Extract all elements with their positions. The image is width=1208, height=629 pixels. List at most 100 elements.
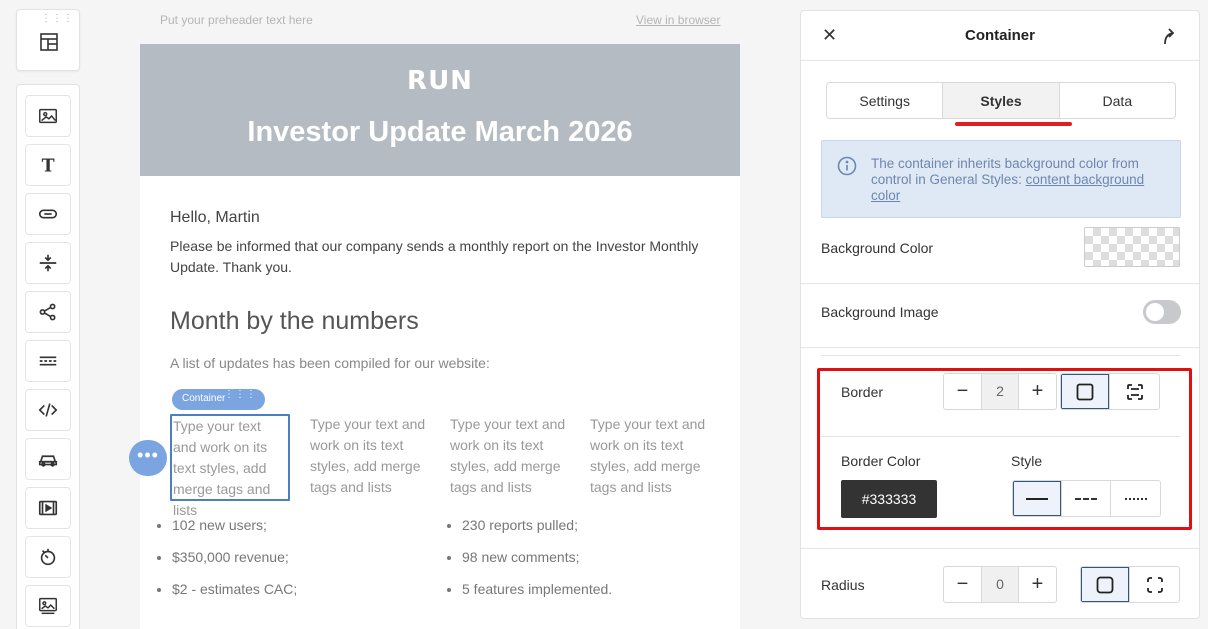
- decrease-button[interactable]: −: [944, 567, 981, 602]
- video-icon: [38, 500, 58, 516]
- square-icon: [1096, 576, 1114, 593]
- html-icon: [38, 403, 58, 417]
- image-icon: [39, 108, 57, 124]
- blocks-toolbar: T: [16, 84, 80, 629]
- more-options-button[interactable]: •••: [129, 440, 167, 476]
- tab-settings[interactable]: Settings: [827, 83, 944, 118]
- active-tab-highlight: [955, 122, 1072, 126]
- tab-styles[interactable]: Styles: [943, 83, 1060, 118]
- list-item[interactable]: 98 new comments;: [462, 546, 612, 578]
- background-image-label: Background Image: [821, 304, 939, 320]
- dashed-style-button[interactable]: [1062, 481, 1111, 516]
- square-icon: [1076, 383, 1094, 400]
- list-item[interactable]: 5 features implemented.: [462, 578, 612, 610]
- tab-data[interactable]: Data: [1060, 83, 1175, 118]
- border-color-picker[interactable]: #333333: [841, 480, 937, 518]
- list-item[interactable]: $2 - estimates CAC;: [172, 578, 297, 610]
- background-color-label: Background Color: [821, 240, 934, 256]
- dashed-square-icon: [1126, 383, 1143, 400]
- email-header[interactable]: RUN Investor Update March 2026: [140, 44, 740, 176]
- border-width-stepper: − 2 +: [943, 373, 1057, 410]
- section-subtitle[interactable]: A list of updates has been compiled for …: [170, 355, 490, 371]
- brand-logo: RUN: [407, 66, 473, 96]
- divider: [821, 436, 1181, 437]
- intro-text[interactable]: Please be informed that our company send…: [170, 236, 710, 278]
- button-block-button[interactable]: [25, 193, 71, 235]
- panel-title: Container: [964, 27, 1035, 44]
- menu-block-button[interactable]: [25, 438, 71, 480]
- border-all-sides-button[interactable]: [1061, 374, 1110, 409]
- divider: [801, 548, 1199, 549]
- text-column-selected[interactable]: Type your text and work on its text styl…: [170, 414, 290, 518]
- dashed-line-icon: [1075, 497, 1097, 500]
- panel-tabs: Settings Styles Data: [826, 82, 1176, 119]
- text-icon: T: [42, 156, 55, 176]
- border-sides-selector: [1060, 373, 1160, 410]
- dotted-style-button[interactable]: [1111, 481, 1160, 516]
- container-tag-label: Container: [182, 393, 226, 404]
- email-headline: Investor Update March 2026: [247, 116, 633, 148]
- select-parent-icon[interactable]: [1161, 27, 1177, 45]
- border-label: Border: [841, 384, 884, 400]
- spacer-icon: [39, 254, 57, 272]
- info-icon: [837, 156, 857, 176]
- list-item[interactable]: 230 reports pulled;: [462, 514, 612, 546]
- button-icon: [38, 209, 58, 219]
- toggle-knob: [1146, 303, 1164, 321]
- background-color-picker[interactable]: [1084, 227, 1180, 267]
- border-style-label: Style: [1011, 453, 1043, 469]
- banner-icon: [39, 597, 57, 615]
- social-icon: [39, 303, 56, 321]
- corners-icon: [1146, 576, 1163, 593]
- radius-label: Radius: [821, 577, 865, 593]
- radius-individual-corners-button[interactable]: [1130, 567, 1179, 602]
- border-individual-sides-button[interactable]: [1110, 374, 1159, 409]
- text-column[interactable]: Type your text and work on its text styl…: [310, 414, 430, 498]
- svg-text:T: T: [42, 156, 55, 176]
- solid-style-button[interactable]: [1013, 481, 1062, 516]
- info-notice: The container inherits background color …: [821, 140, 1181, 218]
- radius-stepper: − 0 +: [943, 566, 1057, 603]
- section-title[interactable]: Month by the numbers: [170, 307, 419, 336]
- structure-icon: [40, 33, 58, 51]
- list-item[interactable]: $350,000 revenue;: [172, 546, 297, 578]
- container-tag[interactable]: Container ⋮⋮⋮: [172, 389, 265, 410]
- menu-icon: [38, 455, 58, 467]
- radius-value[interactable]: 0: [981, 567, 1019, 602]
- image-block-button[interactable]: [25, 95, 71, 137]
- divider: [801, 283, 1199, 284]
- divider-block-button[interactable]: [25, 340, 71, 382]
- video-block-button[interactable]: [25, 487, 71, 529]
- border-style-selector: [1012, 480, 1161, 517]
- drag-handle-icon[interactable]: ⋮⋮⋮: [224, 390, 257, 400]
- timer-icon: [40, 548, 56, 566]
- social-block-button[interactable]: [25, 291, 71, 333]
- greeting-text[interactable]: Hello, Martin: [170, 209, 260, 227]
- view-in-browser-link[interactable]: View in browser: [636, 13, 720, 27]
- spacer-block-button[interactable]: [25, 242, 71, 284]
- background-image-toggle[interactable]: [1143, 300, 1181, 324]
- text-block-button[interactable]: T: [25, 144, 71, 186]
- radius-all-corners-button[interactable]: [1081, 567, 1130, 602]
- stats-list-right: 230 reports pulled; 98 new comments; 5 f…: [430, 514, 612, 610]
- email-canvas: RUN Investor Update March 2026 Hello, Ma…: [140, 44, 740, 629]
- settings-panel: ✕ Container Settings Styles Data The con…: [800, 10, 1200, 619]
- preheader-text[interactable]: Put your preheader text here: [160, 13, 313, 27]
- text-column[interactable]: Type your text and work on its text styl…: [450, 414, 570, 498]
- dotted-line-icon: [1124, 497, 1147, 500]
- panel-header: ✕ Container: [801, 11, 1199, 61]
- html-block-button[interactable]: [25, 389, 71, 431]
- increase-button[interactable]: +: [1019, 567, 1056, 602]
- drag-grip-icon[interactable]: ⋮⋮⋮: [41, 14, 74, 24]
- banner-block-button[interactable]: [25, 585, 71, 627]
- increase-button[interactable]: +: [1019, 374, 1056, 409]
- list-item[interactable]: 102 new users;: [172, 514, 297, 546]
- border-width-value[interactable]: 2: [981, 374, 1019, 409]
- text-column[interactable]: Type your text and work on its text styl…: [590, 414, 710, 498]
- timer-block-button[interactable]: [25, 536, 71, 578]
- divider: [821, 355, 1181, 356]
- divider: [801, 347, 1199, 348]
- divider-icon: [39, 356, 57, 366]
- decrease-button[interactable]: −: [944, 374, 981, 409]
- structure-block[interactable]: ⋮⋮⋮: [16, 9, 80, 71]
